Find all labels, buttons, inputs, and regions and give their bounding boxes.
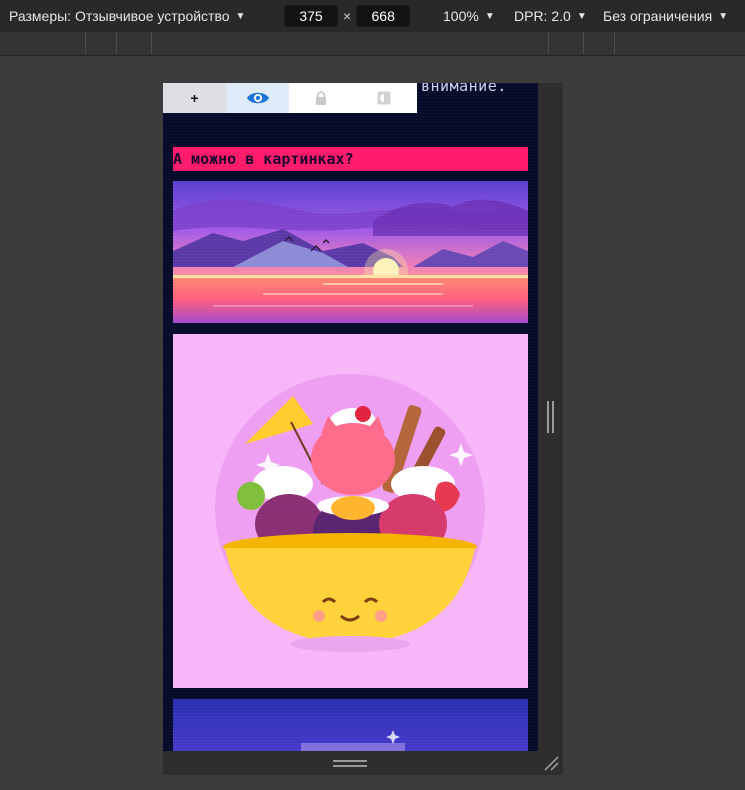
chevron-down-icon: ▼ <box>235 10 246 22</box>
zoom-label: 100% <box>443 8 479 24</box>
breakpoint-marker[interactable] <box>85 32 86 54</box>
section-title: А можно в картинках? <box>173 147 528 171</box>
resize-handle-horizontal[interactable] <box>333 760 367 767</box>
chevron-down-icon: ▼ <box>718 10 729 22</box>
device-frame: + внимание. А можно в картинках? <box>163 83 563 775</box>
lock-icon <box>315 91 326 105</box>
zoom-dropdown[interactable]: 100% ▼ <box>443 8 495 24</box>
responsive-toolbar: Размеры: Отзывчивое устройство ▼ × 100% … <box>0 0 745 32</box>
contrast-icon <box>377 91 390 105</box>
resize-corner-icon[interactable] <box>543 755 559 771</box>
chevron-down-icon: ▼ <box>576 10 587 22</box>
width-input[interactable] <box>284 5 338 27</box>
media-query-ruler <box>0 32 745 56</box>
breakpoint-marker[interactable] <box>614 32 615 54</box>
plus-icon: + <box>190 90 199 106</box>
chevron-down-icon: ▼ <box>484 10 495 22</box>
bottom-resize-strip <box>163 751 563 775</box>
sunset-image <box>173 181 528 323</box>
breakpoint-marker[interactable] <box>583 32 584 54</box>
accessibility-tabs: + <box>163 83 417 113</box>
height-input[interactable] <box>356 5 411 27</box>
tab-plus[interactable]: + <box>163 83 226 113</box>
device-dimensions-dropdown[interactable]: Размеры: Отзывчивое устройство ▼ <box>9 8 245 24</box>
page-viewport: + внимание. А можно в картинках? <box>163 83 538 751</box>
size-inputs: × <box>284 5 411 27</box>
resize-handle-vertical[interactable] <box>545 401 555 433</box>
tab-eye[interactable] <box>226 83 289 113</box>
tab-lock[interactable] <box>289 83 352 113</box>
dpr-dropdown[interactable]: DPR: 2.0 ▼ <box>514 8 587 24</box>
breakpoint-marker[interactable] <box>151 32 152 54</box>
throttle-label: Без ограничения <box>603 8 713 24</box>
breakpoint-marker[interactable] <box>116 32 117 54</box>
dpr-label: DPR: 2.0 <box>514 8 571 24</box>
notice-text: внимание. <box>421 83 507 95</box>
tab-contrast[interactable] <box>352 83 415 113</box>
next-image <box>173 699 528 751</box>
throttle-dropdown[interactable]: Без ограничения ▼ <box>603 8 728 24</box>
ice-cream-sundae-image <box>173 334 528 688</box>
times-sign: × <box>343 8 352 24</box>
dimensions-label: Размеры: Отзывчивое устройство <box>9 8 230 24</box>
breakpoint-marker[interactable] <box>548 32 549 54</box>
eye-icon <box>246 92 269 104</box>
